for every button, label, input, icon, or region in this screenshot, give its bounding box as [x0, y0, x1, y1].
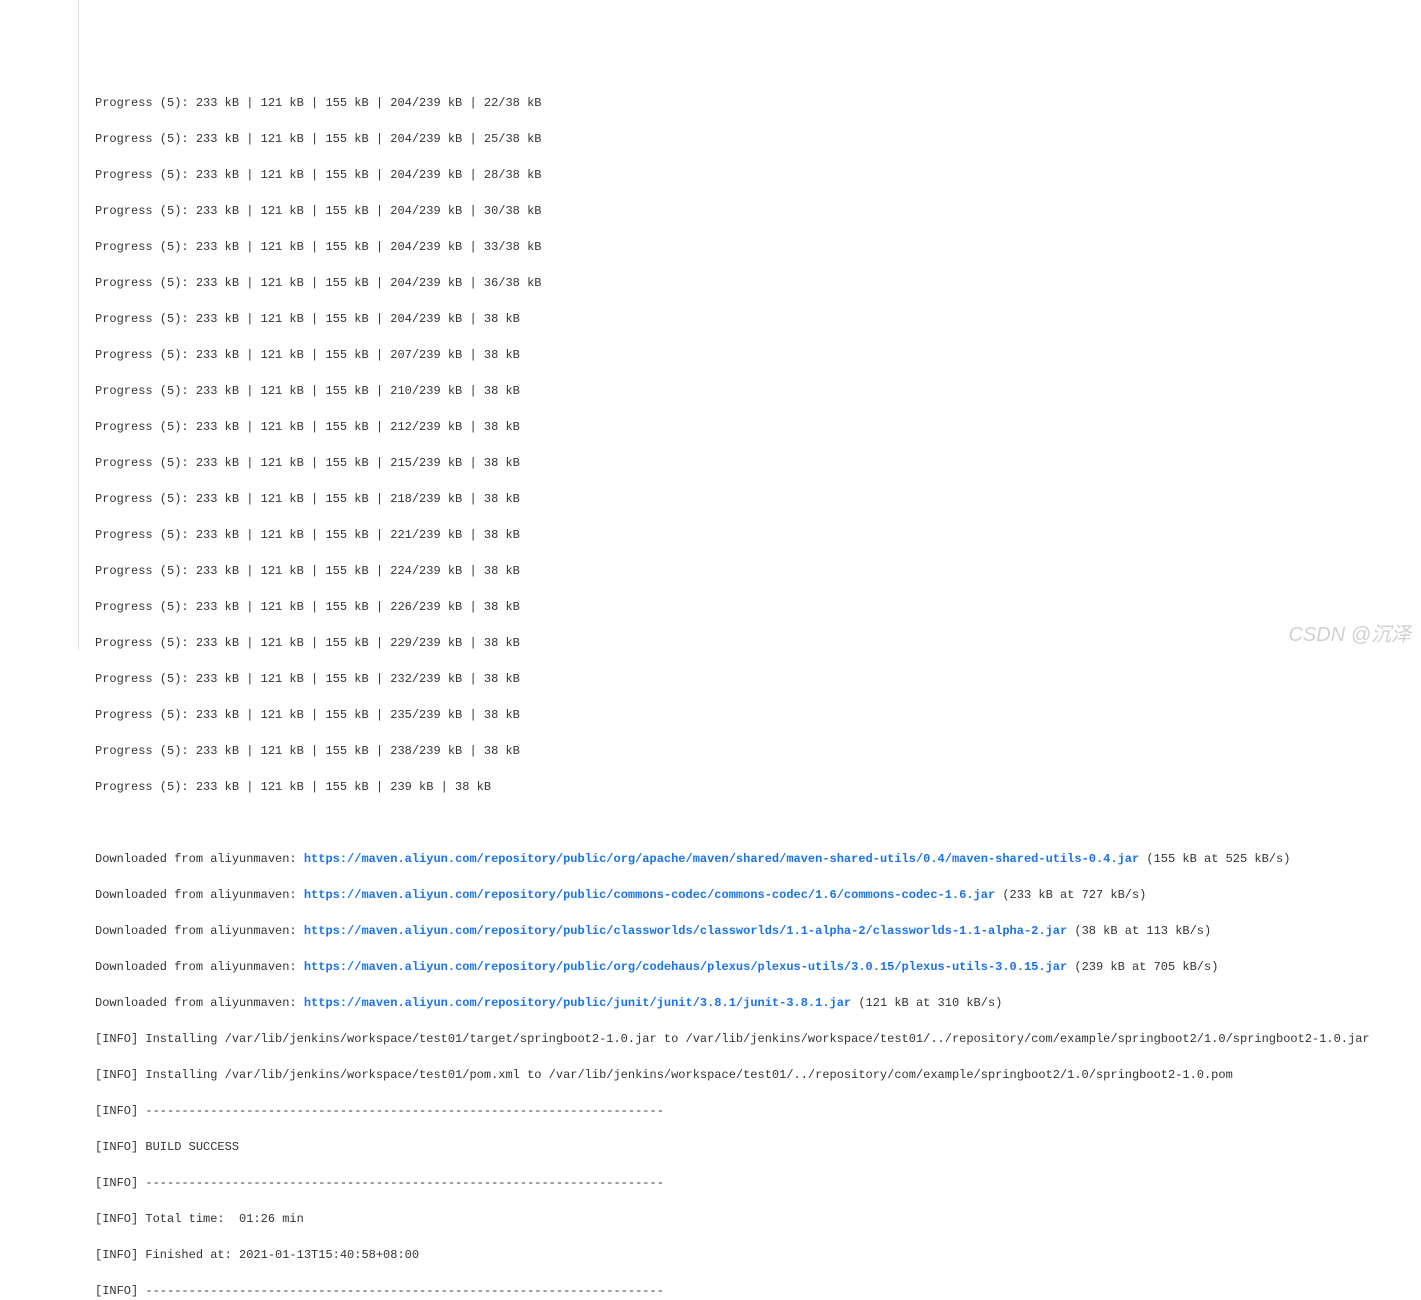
progress-line: Progress (5): 233 kB | 121 kB | 155 kB |…	[95, 310, 1421, 328]
progress-line: Progress (5): 233 kB | 121 kB | 155 kB |…	[95, 742, 1421, 760]
info-line: [INFO] ---------------------------------…	[95, 1282, 1421, 1300]
finished-at: [INFO] Finished at: 2021-01-13T15:40:58+…	[95, 1246, 1421, 1264]
download-line: Downloaded from aliyunmaven: https://mav…	[95, 994, 1421, 1012]
progress-line: Progress (5): 233 kB | 121 kB | 155 kB |…	[95, 346, 1421, 364]
download-prefix: Downloaded from aliyunmaven:	[95, 888, 304, 902]
download-suffix: (239 kB at 705 kB/s)	[1067, 960, 1218, 974]
download-link[interactable]: https://maven.aliyun.com/repository/publ…	[304, 888, 995, 902]
progress-line: Progress (5): 233 kB | 121 kB | 155 kB |…	[95, 454, 1421, 472]
info-line: [INFO] Installing /var/lib/jenkins/works…	[95, 1066, 1421, 1084]
download-line: Downloaded from aliyunmaven: https://mav…	[95, 958, 1421, 976]
progress-line: Progress (5): 233 kB | 121 kB | 155 kB |…	[95, 418, 1421, 436]
progress-line: Progress (5): 233 kB | 121 kB | 155 kB |…	[95, 130, 1421, 148]
download-link[interactable]: https://maven.aliyun.com/repository/publ…	[304, 852, 1139, 866]
download-prefix: Downloaded from aliyunmaven:	[95, 960, 304, 974]
download-link[interactable]: https://maven.aliyun.com/repository/publ…	[304, 960, 1067, 974]
download-prefix: Downloaded from aliyunmaven:	[95, 924, 304, 938]
progress-line: Progress (5): 233 kB | 121 kB | 155 kB |…	[95, 238, 1421, 256]
info-line: [INFO] ---------------------------------…	[95, 1174, 1421, 1192]
progress-line: Progress (5): 233 kB | 121 kB | 155 kB |…	[95, 634, 1421, 652]
download-prefix: Downloaded from aliyunmaven:	[95, 996, 304, 1010]
download-suffix: (155 kB at 525 kB/s)	[1139, 852, 1290, 866]
progress-line: Progress (5): 233 kB | 121 kB | 155 kB |…	[95, 274, 1421, 292]
blank-line	[95, 814, 1421, 832]
download-link[interactable]: https://maven.aliyun.com/repository/publ…	[304, 924, 1067, 938]
progress-line: Progress (5): 233 kB | 121 kB | 155 kB |…	[95, 598, 1421, 616]
progress-line: Progress (5): 233 kB | 121 kB | 155 kB |…	[95, 706, 1421, 724]
progress-line: Progress (5): 233 kB | 121 kB | 155 kB |…	[95, 202, 1421, 220]
progress-line: Progress (5): 233 kB | 121 kB | 155 kB |…	[95, 166, 1421, 184]
build-success: [INFO] BUILD SUCCESS	[95, 1138, 1421, 1156]
progress-line: Progress (5): 233 kB | 121 kB | 155 kB |…	[95, 562, 1421, 580]
download-prefix: Downloaded from aliyunmaven:	[95, 852, 304, 866]
download-suffix: (121 kB at 310 kB/s)	[851, 996, 1002, 1010]
progress-line: Progress (5): 233 kB | 121 kB | 155 kB |…	[95, 94, 1421, 112]
progress-line: Progress (5): 233 kB | 121 kB | 155 kB |…	[95, 382, 1421, 400]
left-border	[78, 0, 79, 650]
progress-line: Progress (5): 233 kB | 121 kB | 155 kB |…	[95, 526, 1421, 544]
download-link[interactable]: https://maven.aliyun.com/repository/publ…	[304, 996, 851, 1010]
download-line: Downloaded from aliyunmaven: https://mav…	[95, 850, 1421, 868]
info-line: [INFO] ---------------------------------…	[95, 1102, 1421, 1120]
progress-line: Progress (5): 233 kB | 121 kB | 155 kB |…	[95, 778, 1421, 796]
total-time: [INFO] Total time: 01:26 min	[95, 1210, 1421, 1228]
download-line: Downloaded from aliyunmaven: https://mav…	[95, 922, 1421, 940]
download-suffix: (38 kB at 113 kB/s)	[1067, 924, 1211, 938]
info-line: [INFO] Installing /var/lib/jenkins/works…	[95, 1030, 1421, 1048]
download-suffix: (233 kB at 727 kB/s)	[995, 888, 1146, 902]
progress-line: Progress (5): 233 kB | 121 kB | 155 kB |…	[95, 490, 1421, 508]
progress-line: Progress (5): 233 kB | 121 kB | 155 kB |…	[95, 670, 1421, 688]
download-line: Downloaded from aliyunmaven: https://mav…	[95, 886, 1421, 904]
